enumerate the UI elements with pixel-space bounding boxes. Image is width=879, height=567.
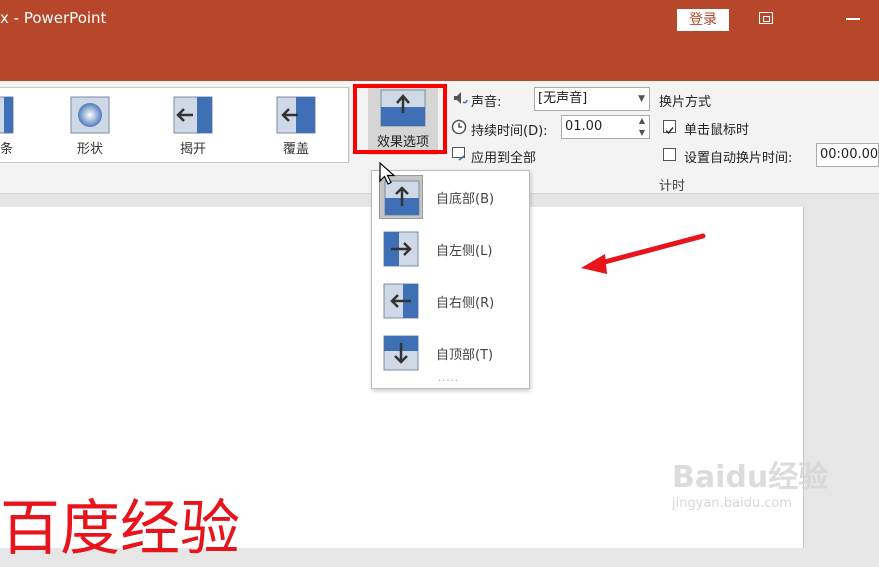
mouse-cursor-icon <box>379 162 396 185</box>
effect-options-menu: 自底部(B) 自左侧(L) 自右侧(R) 自顶部(T) ..... <box>371 170 530 389</box>
apply-all-button[interactable]: 应用到全部 <box>471 147 536 166</box>
sound-icon <box>454 92 468 104</box>
menu-item-label: 自左侧(L) <box>436 244 493 259</box>
gallery-item-uncover[interactable]: 揭开 <box>163 96 223 157</box>
watermark-brand: Baidu经验 <box>672 460 829 495</box>
after-time-input[interactable]: 00:00.00 <box>816 143 879 167</box>
sound-select[interactable]: [无声音] ▼ <box>534 87 650 111</box>
advance-slide-title: 换片方式 <box>659 95 712 110</box>
watermark: Baidu经验 jingyan.baidu.com <box>672 452 828 511</box>
cover-icon <box>276 96 316 134</box>
on-click-label: 单击鼠标时 <box>684 123 750 138</box>
gallery-item-wipe[interactable]: 条 <box>0 96 24 157</box>
menu-item-label: 自顶部(T) <box>436 348 494 363</box>
slide-title-text[interactable]: 百度经验 <box>0 480 240 567</box>
duration-input[interactable]: 01.00 ▲ ▼ <box>561 115 650 139</box>
menu-item-from-right[interactable]: 自右侧(R) <box>378 277 523 323</box>
spin-down-icon[interactable]: ▼ <box>639 122 645 144</box>
menu-item-label: 自底部(B) <box>436 192 495 207</box>
watermark-url: jingyan.baidu.com <box>672 496 792 511</box>
duration-value: 01.00 <box>565 119 603 134</box>
chevron-down-icon: ▼ <box>638 94 645 104</box>
from-top-icon <box>379 331 423 375</box>
after-time-checkbox[interactable] <box>663 148 676 161</box>
gallery-item-label: 覆盖 <box>282 142 309 157</box>
after-time-label: 设置自动换片时间: <box>684 151 793 166</box>
shape-icon <box>70 96 110 134</box>
from-right-icon <box>379 279 423 323</box>
gallery-item-label: 形状 <box>76 142 103 157</box>
menu-item-label: 自右侧(R) <box>436 296 495 311</box>
gallery-item-shape[interactable]: 形状 <box>60 96 120 157</box>
menu-item-from-top[interactable]: 自顶部(T) <box>378 329 523 375</box>
after-time-value: 00:00.00 <box>820 147 879 162</box>
from-left-icon <box>379 227 423 271</box>
menu-resize-grip[interactable]: ..... <box>438 373 459 384</box>
gallery-item-label: 揭开 <box>179 142 206 157</box>
checkmark-icon <box>665 127 674 135</box>
apply-all-icon <box>452 147 465 161</box>
wipe-icon <box>0 96 14 134</box>
menu-item-from-bottom[interactable]: 自底部(B) <box>378 173 523 219</box>
minimize-icon[interactable] <box>846 18 860 20</box>
duration-label: 持续时间(D): <box>471 124 548 139</box>
annotation-arrow-icon <box>581 233 706 274</box>
window-title: x - PowerPoint <box>0 9 107 27</box>
clock-icon <box>451 119 467 135</box>
timing-group-label: 计时 <box>659 179 686 194</box>
gallery-item-cover[interactable]: 覆盖 <box>266 96 326 157</box>
gallery-item-label: 条 <box>0 142 14 157</box>
on-click-checkbox[interactable] <box>663 120 676 135</box>
title-bar: x - PowerPoint 登录 <box>0 0 879 81</box>
highlight-box <box>353 84 447 154</box>
uncover-icon <box>173 96 213 134</box>
transition-gallery: 条 形状 揭开 覆盖 <box>0 87 349 163</box>
sound-label: 声音: <box>471 95 502 110</box>
sign-in-button[interactable]: 登录 <box>677 9 729 31</box>
menu-item-from-left[interactable]: 自左侧(L) <box>378 225 523 271</box>
ribbon-display-options-icon[interactable] <box>759 12 773 24</box>
sound-value: [无声音] <box>538 91 588 106</box>
